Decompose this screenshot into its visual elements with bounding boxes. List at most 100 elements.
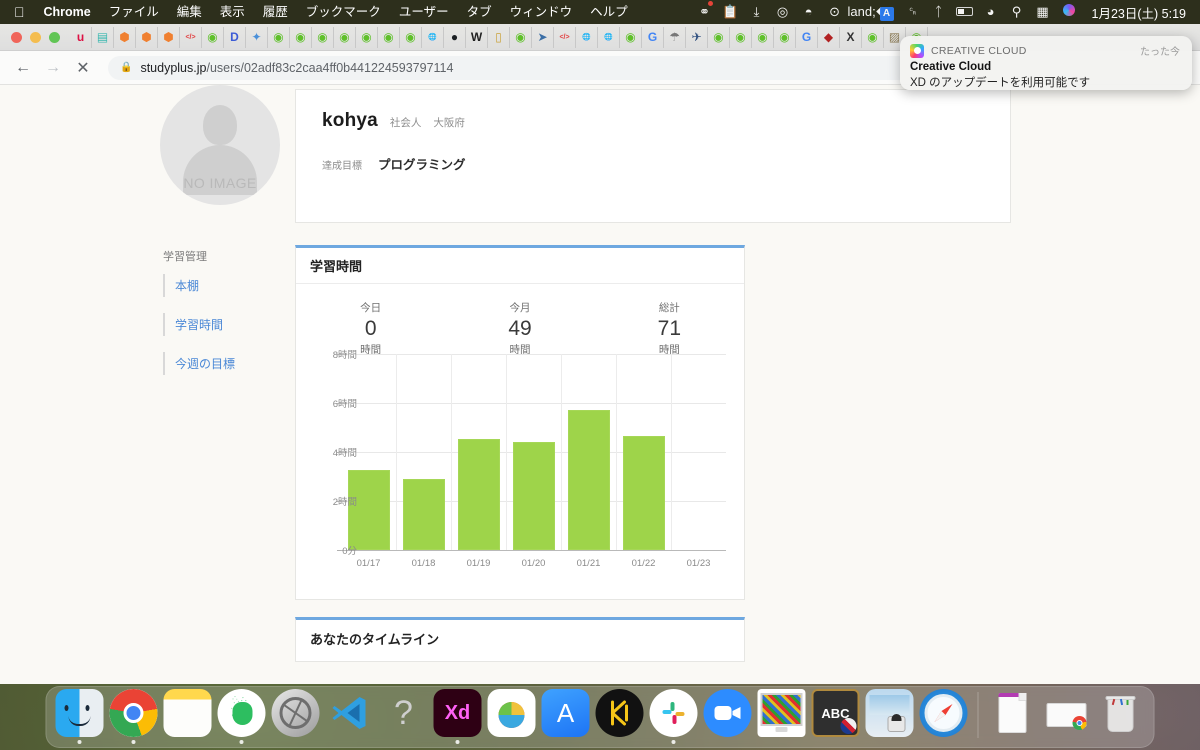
bookmark-latex[interactable]: X xyxy=(840,26,862,48)
bookmark-green-13[interactable]: ◉ xyxy=(752,26,774,48)
bookmark-green-8[interactable]: ◉ xyxy=(400,26,422,48)
bookmark-globe-2[interactable]: 🌐 xyxy=(576,26,598,48)
dock-item-help[interactable]: ? xyxy=(378,689,430,741)
dock-item-trash[interactable] xyxy=(1095,689,1147,741)
clipboard-icon[interactable]: 📋 xyxy=(718,0,744,24)
chart-bar[interactable] xyxy=(622,436,665,550)
dock-item-paint[interactable] xyxy=(486,689,538,741)
evernote-icon[interactable]: ◓ xyxy=(796,0,822,24)
menu-item-view[interactable]: 表示 xyxy=(211,0,254,24)
dock-item-zoom[interactable] xyxy=(702,689,754,741)
bookmark-green-6[interactable]: ◉ xyxy=(356,26,378,48)
menu-item-chrome[interactable]: Chrome xyxy=(35,0,100,24)
bookmark-green-10[interactable]: ◉ xyxy=(620,26,642,48)
play-circle-icon[interactable]: ⊙ xyxy=(822,0,848,24)
bookmark-colorful[interactable]: ✦ xyxy=(246,26,268,48)
bookmark-green-9[interactable]: ◉ xyxy=(510,26,532,48)
bookmark-note[interactable]: ▤ xyxy=(92,26,114,48)
chart-bar[interactable] xyxy=(347,470,390,550)
bookmark-bottle[interactable]: ▯ xyxy=(488,26,510,48)
dock-item-downloads[interactable] xyxy=(1041,689,1093,741)
avatar[interactable]: NO IMAGE xyxy=(160,85,280,205)
menu-item-user[interactable]: ユーザー xyxy=(390,0,458,24)
dock-item-document[interactable] xyxy=(987,689,1039,741)
sidebar-item-bookshelf[interactable]: 本棚 xyxy=(163,274,283,297)
forward-button[interactable]: → xyxy=(40,55,66,81)
bookmark-rocket[interactable]: ➤ xyxy=(532,26,554,48)
bookmark-meat[interactable]: ◆ xyxy=(818,26,840,48)
bookmark-google-2[interactable]: G xyxy=(796,26,818,48)
dock-item-google-chrome[interactable] xyxy=(108,689,160,744)
dock-item-notes[interactable] xyxy=(162,689,214,741)
menu-bar-clock[interactable]: 1月23日(土) 5:19 xyxy=(1082,3,1192,22)
bookmark-green-4[interactable]: ◉ xyxy=(312,26,334,48)
bookmark-green-7[interactable]: ◉ xyxy=(378,26,400,48)
magnifier-app-icon[interactable]: ◎ xyxy=(770,0,796,24)
spotlight-search-icon[interactable]: ⚲ xyxy=(1004,0,1030,24)
sidebar-item-study-time[interactable]: 学習時間 xyxy=(163,313,283,336)
headphones-icon[interactable]: ␍ xyxy=(900,0,926,24)
minimize-window-button[interactable] xyxy=(30,31,41,43)
menu-item-bookmarks[interactable]: ブックマーク xyxy=(297,0,390,24)
wifi-icon[interactable]: ◕ xyxy=(978,0,1004,24)
bookmark-green-11[interactable]: ◉ xyxy=(708,26,730,48)
dock-item-dictionary[interactable]: ABC xyxy=(810,689,862,741)
dock-item-evernote[interactable]: ☃ xyxy=(216,689,268,744)
bookmark-d[interactable]: D xyxy=(224,26,246,48)
close-window-button[interactable] xyxy=(11,31,22,43)
download-icon[interactable]: ⤓ xyxy=(744,0,770,24)
chart-bar[interactable] xyxy=(457,438,500,550)
bookmark-plane[interactable]: ✈ xyxy=(686,26,708,48)
bookmark-google-1[interactable]: G xyxy=(642,26,664,48)
bookmark-globe-1[interactable]: 🌐 xyxy=(422,26,444,48)
menu-item-edit[interactable]: 編集 xyxy=(168,0,211,24)
dock-item-adobe-xd[interactable]: Xd xyxy=(432,689,484,744)
dock-item-system-preferences[interactable] xyxy=(270,689,322,741)
notification-banner[interactable]: CREATIVE CLOUD たった今 Creative Cloud XD のア… xyxy=(900,36,1192,90)
menu-item-file[interactable]: ファイル xyxy=(100,0,168,24)
dock-item-app-store[interactable]: A xyxy=(540,689,592,741)
bookmark-orange-2[interactable]: ⬢ xyxy=(136,26,158,48)
bookmark-orange-3[interactable]: ⬢ xyxy=(158,26,180,48)
bookmark-green-1[interactable]: ◉ xyxy=(202,26,224,48)
bookmark-orange-1[interactable]: ⬢ xyxy=(114,26,136,48)
bookmark-red-code-2[interactable]: </> xyxy=(554,26,576,48)
menu-item-history[interactable]: 履歴 xyxy=(254,0,297,24)
bookmark-green-12[interactable]: ◉ xyxy=(730,26,752,48)
bookmark-green-15[interactable]: ◉ xyxy=(862,26,884,48)
chart-bar[interactable] xyxy=(567,410,610,550)
dock-item-slack[interactable] xyxy=(648,689,700,744)
menu-item-help[interactable]: ヘルプ xyxy=(581,0,637,24)
dock-item-safari[interactable] xyxy=(918,689,970,741)
stop-loading-button[interactable]: ✕ xyxy=(70,55,96,81)
dock-item-image-capture[interactable] xyxy=(864,689,916,741)
screen-recording-icon[interactable]: ⚭ xyxy=(692,0,718,24)
bookmark-wikipedia[interactable]: W xyxy=(466,26,488,48)
chart-bar[interactable] xyxy=(512,442,555,550)
battery-icon[interactable] xyxy=(952,0,978,24)
dock-item-kibela[interactable] xyxy=(594,689,646,741)
bookmark-u[interactable]: u xyxy=(70,26,92,48)
dock-item-finder[interactable] xyxy=(54,689,106,744)
display-icon[interactable]: ▦ xyxy=(1030,0,1056,24)
time-machine-icon[interactable]: land;⏴ xyxy=(848,0,883,24)
bookmark-umbrella[interactable]: ☂ xyxy=(664,26,686,48)
apple-logo-icon[interactable]:  xyxy=(8,2,35,22)
back-button[interactable]: ← xyxy=(10,55,36,81)
bookmark-green-14[interactable]: ◉ xyxy=(774,26,796,48)
menu-item-tab[interactable]: タブ xyxy=(458,0,501,24)
menu-item-window[interactable]: ウィンドウ xyxy=(501,0,582,24)
bookmark-green-3[interactable]: ◉ xyxy=(290,26,312,48)
dock-item-visual-studio-code[interactable] xyxy=(324,689,376,741)
bookmark-globe-3[interactable]: 🌐 xyxy=(598,26,620,48)
dock-item-screen-saver[interactable] xyxy=(756,689,808,741)
bookmark-green-5[interactable]: ◉ xyxy=(334,26,356,48)
siri-icon[interactable] xyxy=(1056,0,1082,24)
bluetooth-icon[interactable]: ᛏ xyxy=(926,0,952,24)
sidebar-item-weekly-goal[interactable]: 今週の目標 xyxy=(163,352,283,375)
bookmark-green-2[interactable]: ◉ xyxy=(268,26,290,48)
bookmark-github[interactable]: ● xyxy=(444,26,466,48)
zoom-window-button[interactable] xyxy=(49,31,60,43)
bookmark-red-code[interactable]: </> xyxy=(180,26,202,48)
chart-bar[interactable] xyxy=(402,478,445,550)
